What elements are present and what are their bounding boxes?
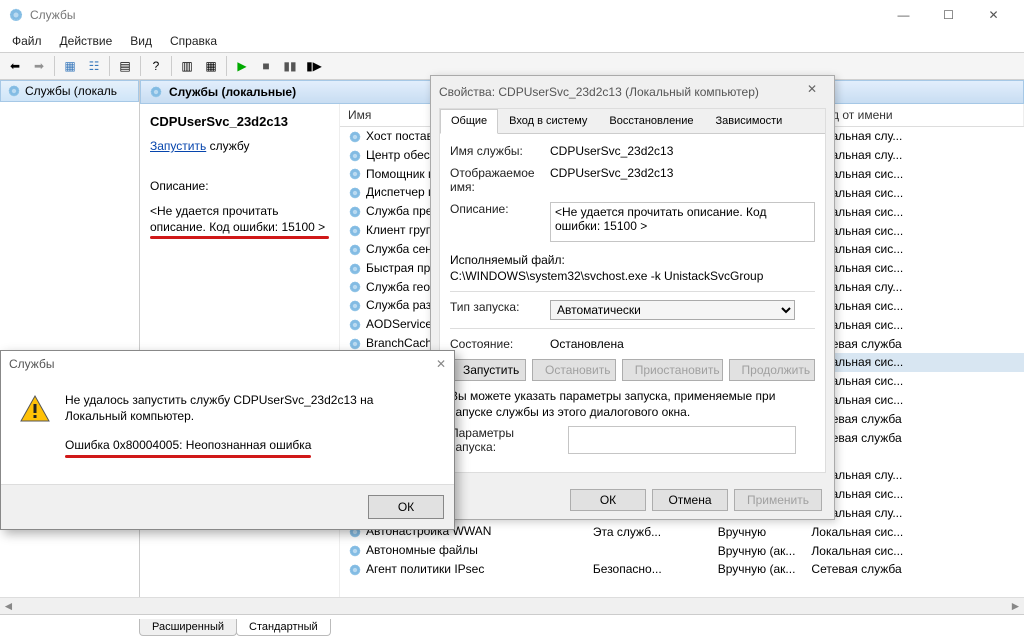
- window-title: Службы: [30, 8, 881, 22]
- start-button[interactable]: Запустить: [450, 359, 526, 381]
- horizontal-scrollbar[interactable]: ◄ ►: [0, 597, 1024, 614]
- dialog-title-bar[interactable]: Свойства: CDPUserSvc_23d2c13 (Локальный …: [431, 76, 834, 108]
- menu-bar: Файл Действие Вид Справка: [0, 30, 1024, 52]
- warning-icon: [19, 393, 51, 425]
- back-button[interactable]: ⬅: [4, 55, 26, 77]
- pause-button[interactable]: Приостановить: [622, 359, 723, 381]
- pause-service-button[interactable]: ▮▮: [279, 55, 301, 77]
- error-ok-button[interactable]: ОК: [368, 495, 444, 519]
- disp-name-value: CDPUserSvc_23d2c13: [550, 166, 815, 194]
- select-columns-button[interactable]: ▦: [59, 55, 81, 77]
- selected-service-title: CDPUserSvc_23d2c13: [150, 114, 329, 129]
- start-type-select[interactable]: Автоматически: [550, 300, 795, 320]
- close-button[interactable]: ✕: [971, 0, 1016, 30]
- stop-button[interactable]: Остановить: [532, 359, 616, 381]
- tree-root-item[interactable]: Службы (локаль: [0, 80, 139, 102]
- start-type-label: Тип запуска:: [450, 300, 542, 320]
- params-label: Параметры запуска:: [450, 426, 560, 454]
- error-title-bar[interactable]: Службы ✕: [1, 351, 454, 377]
- forward-button[interactable]: ➡: [28, 55, 50, 77]
- tab-recovery[interactable]: Восстановление: [598, 109, 704, 133]
- start-service-button[interactable]: ▶: [231, 55, 253, 77]
- gear-icon: [149, 85, 163, 99]
- minimize-button[interactable]: —: [881, 0, 926, 30]
- desc-label: Описание:: [450, 202, 542, 245]
- properties-button[interactable]: ▤: [114, 55, 136, 77]
- resume-button[interactable]: Продолжить: [729, 359, 815, 381]
- state-label: Состояние:: [450, 337, 542, 351]
- error-line1: Не удалось запустить службу CDPUserSvc_2…: [65, 393, 436, 424]
- params-hint: Вы можете указать параметры запуска, при…: [450, 389, 815, 420]
- table-row[interactable]: Агент политики IPsecБезопасно...Вручную …: [340, 560, 1024, 579]
- maximize-button[interactable]: ☐: [926, 0, 971, 30]
- title-bar: Службы — ☐ ✕: [0, 0, 1024, 30]
- refresh-button[interactable]: ?: [145, 55, 167, 77]
- apply-button[interactable]: Применить: [734, 489, 822, 511]
- desc-label: Описание:: [150, 179, 329, 195]
- error-title: Службы: [9, 357, 436, 371]
- tab-standard[interactable]: Стандартный: [236, 619, 331, 636]
- svc-name-value: CDPUserSvc_23d2c13: [550, 144, 815, 158]
- tab-extended[interactable]: Расширенный: [139, 619, 237, 636]
- scroll-left-arrow[interactable]: ◄: [0, 598, 17, 614]
- restart-service-button[interactable]: ▮▶: [303, 55, 325, 77]
- start-suffix: службу: [206, 139, 249, 153]
- table-row[interactable]: Автономные файлыВручную (ак...Локальная …: [340, 541, 1024, 560]
- menu-action[interactable]: Действие: [52, 32, 121, 50]
- gear-icon: [7, 84, 21, 98]
- error-dialog: Службы ✕ Не удалось запустить службу CDP…: [0, 350, 455, 530]
- params-input[interactable]: [568, 426, 796, 454]
- scroll-right-arrow[interactable]: ►: [1007, 598, 1024, 614]
- error-close-button[interactable]: ✕: [436, 357, 446, 371]
- start-link[interactable]: Запустить: [150, 139, 206, 153]
- cancel-button[interactable]: Отмена: [652, 489, 728, 511]
- state-value: Остановлена: [550, 337, 815, 351]
- properties-dialog: Свойства: CDPUserSvc_23d2c13 (Локальный …: [430, 75, 835, 520]
- exe-label: Исполняемый файл:: [450, 253, 815, 267]
- svc-name-label: Имя службы:: [450, 144, 542, 158]
- error-line2: Ошибка 0x80004005: Неопознанная ошибка: [65, 438, 311, 454]
- menu-help[interactable]: Справка: [162, 32, 225, 50]
- menu-file[interactable]: Файл: [4, 32, 50, 50]
- list-button[interactable]: ▦: [200, 55, 222, 77]
- app-icon: [8, 7, 24, 23]
- col-logon[interactable]: Вход от имени: [803, 104, 1023, 127]
- bottom-tabs: Расширенный Стандартный: [0, 614, 1024, 636]
- menu-view[interactable]: Вид: [122, 32, 160, 50]
- ok-button[interactable]: ОК: [570, 489, 646, 511]
- desc-textarea[interactable]: <Не удается прочитать описание. Код ошиб…: [550, 202, 815, 242]
- tab-dependencies[interactable]: Зависимости: [705, 109, 794, 133]
- tab-general[interactable]: Общие: [440, 109, 498, 134]
- dialog-title: Свойства: CDPUserSvc_23d2c13 (Локальный …: [439, 85, 798, 99]
- tree-root-label: Службы (локаль: [25, 84, 117, 98]
- dialog-close-button[interactable]: ✕: [798, 82, 826, 102]
- dialog-tabs: Общие Вход в систему Восстановление Зави…: [440, 109, 825, 134]
- exe-value: C:\WINDOWS\system32\svchost.exe -k Unist…: [450, 269, 815, 283]
- list-header-label: Службы (локальные): [169, 85, 296, 99]
- help-button[interactable]: ▥: [176, 55, 198, 77]
- stop-service-button[interactable]: ■: [255, 55, 277, 77]
- export-list-button[interactable]: ☷: [83, 55, 105, 77]
- tab-logon[interactable]: Вход в систему: [498, 109, 598, 133]
- disp-name-label: Отображаемое имя:: [450, 166, 542, 194]
- desc-text: <Не удается прочитать описание. Код ошиб…: [150, 204, 329, 235]
